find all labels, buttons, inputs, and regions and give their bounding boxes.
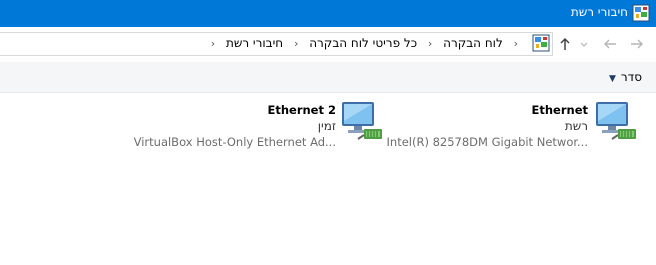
command-bar: סדר ▼ — [0, 62, 656, 93]
network-connections-icon — [632, 4, 650, 22]
connection-item-ethernet[interactable]: Ethernet רשת Intel(R) 82578DM Gigabit Ne… — [387, 93, 650, 153]
address-row: ‹ לוח הבקרה ‹ כל פריטי לוח הבקרה ‹ חיבור… — [0, 27, 656, 62]
connection-name: Ethernet 2 — [267, 103, 336, 117]
breadcrumb-separator-icon[interactable]: ‹ — [294, 37, 298, 50]
connection-device: Intel(R) 82578DM Gigabit Networ... — [386, 135, 588, 149]
breadcrumb-separator-icon[interactable]: ‹ — [428, 37, 432, 50]
breadcrumb-separator-icon[interactable]: ‹ — [514, 37, 518, 50]
connection-item-ethernet-2[interactable]: Ethernet 2 זמין VirtualBox Host-Only Eth… — [134, 93, 392, 153]
connections-list: Ethernet רשת Intel(R) 82578DM Gigabit Ne… — [0, 93, 656, 265]
breadcrumb-all-control-panel-items[interactable]: כל פריטי לוח הבקרה — [309, 36, 417, 50]
recent-locations-chevron-down-icon[interactable] — [578, 36, 590, 52]
connection-name: Ethernet — [531, 103, 589, 117]
connection-text: Ethernet 2 זמין VirtualBox Host-Only Eth… — [134, 102, 336, 151]
organize-button[interactable]: סדר ▼ — [609, 70, 642, 84]
control-panel-icon — [532, 34, 550, 52]
breadcrumb-control-panel[interactable]: לוח הבקרה — [443, 36, 503, 50]
breadcrumb: ‹ לוח הבקרה ‹ כל פריטי לוח הבקרה ‹ חיבור… — [204, 36, 525, 50]
up-arrow-icon[interactable] — [557, 36, 573, 52]
network-adapter-icon — [342, 102, 382, 140]
title-bar[interactable]: חיבורי רשת — [0, 0, 656, 27]
address-bar[interactable]: ‹ לוח הבקרה ‹ כל פריטי לוח הבקרה ‹ חיבור… — [0, 32, 553, 56]
breadcrumb-separator-icon[interactable]: ‹ — [211, 37, 215, 50]
forward-arrow-icon[interactable] — [629, 36, 645, 52]
network-adapter-icon — [596, 102, 636, 140]
network-connections-window: חיבורי רשת ‹ לוח הבקרה ‹ כל פריטי לוח הב… — [0, 0, 656, 265]
breadcrumb-network-connections[interactable]: חיבורי רשת — [226, 36, 283, 50]
back-arrow-icon[interactable] — [602, 36, 618, 52]
organize-label: סדר — [620, 70, 642, 84]
connection-device: VirtualBox Host-Only Ethernet Ad... — [133, 135, 336, 149]
dropdown-arrow-icon: ▼ — [608, 74, 616, 84]
window-title: חיבורי רשת — [570, 5, 628, 19]
connection-status: זמין — [317, 119, 336, 133]
connection-status: רשת — [564, 119, 588, 133]
connection-text: Ethernet רשת Intel(R) 82578DM Gigabit Ne… — [387, 102, 588, 151]
